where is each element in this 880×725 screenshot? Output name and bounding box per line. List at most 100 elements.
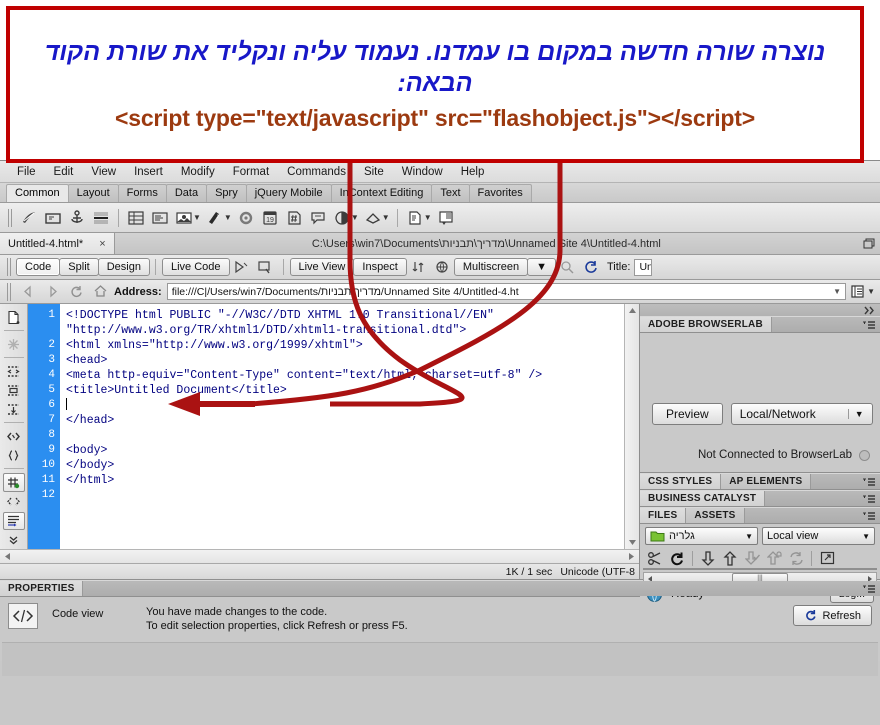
doctoolbar-grip[interactable]	[7, 258, 12, 276]
panel-options-menu-icon[interactable]	[858, 581, 880, 596]
panel-options-menu-icon[interactable]	[858, 508, 880, 523]
preview-browser-icon[interactable]	[555, 255, 579, 279]
hyperlink-icon[interactable]	[17, 206, 41, 230]
menu-item-insert[interactable]: Insert	[125, 164, 172, 180]
anchor-icon[interactable]	[65, 206, 89, 230]
collapse-full-tag-icon[interactable]	[3, 362, 25, 380]
browserlab-target-select[interactable]: Local/Network ▼	[730, 403, 873, 425]
panel-options-menu-icon[interactable]	[858, 491, 880, 506]
menu-item-help[interactable]: Help	[452, 164, 494, 180]
image-dropdown-arrow[interactable]: ▼	[193, 213, 201, 222]
toolbar-grip[interactable]	[8, 208, 13, 227]
server-side-include-icon[interactable]	[282, 206, 306, 230]
refresh-icon[interactable]	[667, 548, 687, 568]
design-view-button[interactable]: Design	[97, 258, 150, 276]
tab-common[interactable]: Common	[6, 184, 69, 202]
globe-icon[interactable]	[430, 255, 454, 279]
forward-arrow-icon[interactable]	[40, 280, 64, 304]
column-header-type[interactable]: Type	[816, 569, 876, 570]
open-documents-icon[interactable]	[3, 308, 25, 326]
column-header-local-files[interactable]: Local Files	[644, 569, 782, 570]
preview-button[interactable]: Preview	[652, 403, 723, 425]
multiscreen-dropdown[interactable]: ▼	[527, 258, 556, 276]
comment-icon[interactable]	[306, 206, 330, 230]
panel-tab-files[interactable]: FILES	[640, 508, 687, 523]
title-input[interactable]: Un	[634, 258, 653, 276]
code-vertical-scrollbar[interactable]	[624, 304, 639, 549]
email-link-icon[interactable]	[41, 206, 65, 230]
panel-tab-browserlab[interactable]: ADOBE BROWSERLAB	[640, 317, 772, 332]
tab-text[interactable]: Text	[431, 184, 470, 202]
menu-item-edit[interactable]: Edit	[45, 164, 83, 180]
menu-item-view[interactable]: View	[82, 164, 125, 180]
live-code-button[interactable]: Live Code	[161, 258, 230, 276]
reload-icon[interactable]	[64, 280, 88, 304]
addrbar-grip[interactable]	[7, 282, 12, 301]
tab-forms[interactable]: Forms	[117, 184, 167, 202]
view-options-icon[interactable]	[406, 255, 430, 279]
panel-options-menu-icon[interactable]	[858, 317, 880, 332]
media-dropdown-arrow[interactable]: ▼	[224, 213, 232, 222]
inspect-servers-icon[interactable]	[253, 255, 277, 279]
address-input[interactable]: file:///C|/Users/win7/Documents/מדריך/תב…	[166, 283, 847, 300]
restore-window-icon[interactable]	[858, 233, 880, 254]
menu-item-format[interactable]: Format	[224, 164, 278, 180]
panel-tab-css-styles[interactable]: CSS STYLES	[640, 474, 722, 489]
file-management-dropdown[interactable]: ▼	[867, 287, 875, 296]
chevron-down-icon[interactable]: ▼	[745, 532, 753, 541]
panel-collapse-bar[interactable]	[640, 304, 880, 316]
view-select[interactable]: Local view ▼	[762, 527, 875, 545]
get-files-icon[interactable]	[698, 548, 718, 568]
tab-jquery-mobile[interactable]: jQuery Mobile	[245, 184, 332, 202]
tab-favorites[interactable]: Favorites	[468, 184, 532, 202]
chevron-down-icon[interactable]: ▼	[847, 409, 864, 419]
line-numbers-icon[interactable]	[2, 473, 25, 492]
check-in-icon[interactable]	[764, 548, 784, 568]
live-view-button[interactable]: Live View	[289, 258, 355, 276]
menu-item-commands[interactable]: Commands	[278, 164, 355, 180]
template-dropdown-arrow[interactable]: ▼	[424, 213, 432, 222]
panel-tab-properties[interactable]: PROPERTIES	[0, 581, 84, 596]
table-icon[interactable]	[124, 206, 148, 230]
word-wrap-icon[interactable]	[2, 511, 25, 530]
highlight-invalid-icon[interactable]	[3, 493, 25, 511]
refresh-button[interactable]: Refresh	[793, 605, 872, 626]
address-dropdown-arrow[interactable]: ▼	[829, 287, 841, 296]
panel-tab-assets[interactable]: ASSETS	[686, 508, 745, 523]
multiscreen-button[interactable]: Multiscreen	[453, 258, 529, 276]
tab-spry[interactable]: Spry	[206, 184, 247, 202]
synchronize-icon[interactable]	[786, 548, 806, 568]
expand-all-icon[interactable]	[3, 400, 25, 418]
expand-files-panel-icon[interactable]	[817, 548, 837, 568]
back-arrow-icon[interactable]	[16, 280, 40, 304]
document-tab-untitled-4[interactable]: Untitled-4.html* ×	[0, 233, 115, 254]
home-icon[interactable]	[88, 280, 112, 304]
code-view-button[interactable]: Code	[16, 258, 61, 276]
close-icon[interactable]: ×	[99, 238, 105, 250]
panel-tab-business-catalyst[interactable]: BUSINESS CATALYST	[640, 491, 766, 506]
live-view-options-icon[interactable]	[229, 255, 253, 279]
script-dropdown-arrow[interactable]: ▼	[382, 213, 390, 222]
widget-icon[interactable]	[234, 206, 258, 230]
code-horizontal-scrollbar[interactable]	[0, 549, 639, 563]
refresh-icon[interactable]	[579, 255, 603, 279]
panel-options-menu-icon[interactable]	[858, 474, 880, 489]
local-files-tree[interactable]: Local Files Size Type − Site - גלריה (C:…	[643, 568, 877, 570]
tab-data[interactable]: Data	[165, 184, 208, 202]
horizontal-rule-icon[interactable]	[89, 206, 113, 230]
tag-chooser-icon[interactable]	[434, 206, 458, 230]
column-header-size[interactable]: Size	[782, 569, 816, 570]
inspect-button[interactable]: Inspect	[353, 258, 407, 276]
code-text-area[interactable]: <!DOCTYPE html PUBLIC "-//W3C//DTD XHTML…	[60, 304, 624, 549]
panel-tab-ap-elements[interactable]: AP ELEMENTS	[721, 474, 812, 489]
head-dropdown-arrow[interactable]: ▼	[351, 213, 359, 222]
menu-item-file[interactable]: File	[8, 164, 45, 180]
balance-braces-icon[interactable]	[3, 446, 25, 464]
insert-div-icon[interactable]	[148, 206, 172, 230]
menu-item-window[interactable]: Window	[393, 164, 452, 180]
site-select[interactable]: גלריה ▼	[645, 527, 758, 545]
check-out-icon[interactable]	[742, 548, 762, 568]
chevron-down-icon[interactable]: ▼	[862, 532, 870, 541]
menu-item-site[interactable]: Site	[355, 164, 393, 180]
tab-layout[interactable]: Layout	[67, 184, 119, 202]
